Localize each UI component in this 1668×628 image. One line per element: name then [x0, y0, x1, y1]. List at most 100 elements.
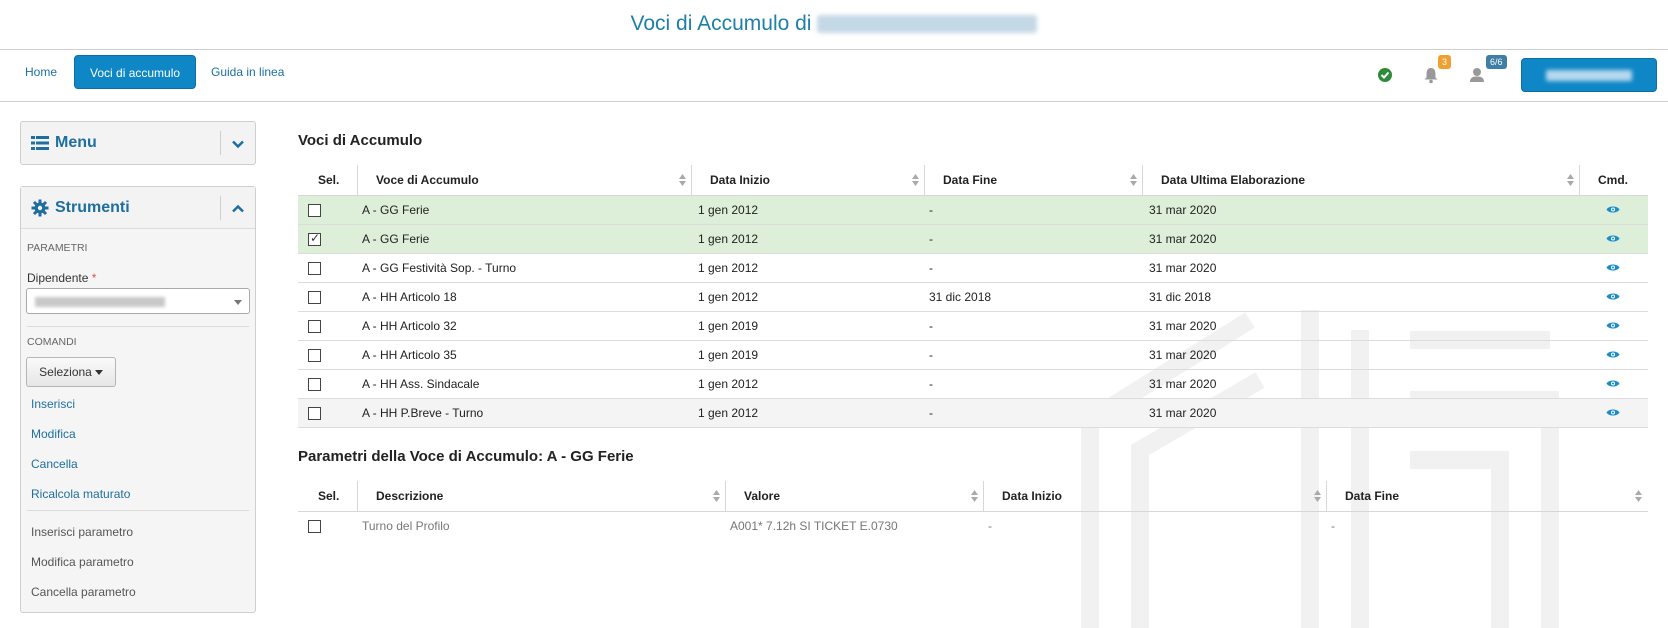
voce-cell: A - GG Festività Sop. - Turno	[358, 253, 692, 283]
inserisci-parametro-link[interactable]: Inserisci parametro	[31, 525, 133, 539]
col-cmd-label: Cmd.	[1598, 172, 1628, 187]
sort-icon[interactable]	[1314, 490, 1321, 502]
col-data-fine[interactable]: Data Fine	[925, 165, 1143, 196]
dipendente-select[interactable]	[26, 288, 250, 314]
table-row[interactable]: A - HH Articolo 35 1 gen 2019-31 mar 2020	[298, 340, 1648, 370]
redacted-employee-value	[35, 297, 165, 307]
row-checkbox[interactable]	[308, 290, 321, 304]
dipendente-label-text: Dipendente	[27, 271, 89, 285]
cmd-cell	[1580, 311, 1648, 341]
row-select-cell	[298, 311, 358, 341]
descrizione-cell: Turno del Profilo	[362, 518, 450, 533]
eye-icon[interactable]	[1606, 205, 1620, 214]
nav-home[interactable]: Home	[10, 55, 72, 89]
voci-section-title: Voci di Accumulo	[298, 132, 423, 149]
nav-guida-in-linea[interactable]: Guida in linea	[196, 55, 299, 89]
row-checkbox[interactable]	[308, 406, 321, 420]
data-ultima-cell: 31 mar 2020	[1143, 195, 1580, 225]
sort-icon[interactable]	[1130, 174, 1137, 186]
user-icon[interactable]	[1466, 64, 1488, 86]
sort-icon[interactable]	[1567, 174, 1574, 186]
eye-icon[interactable]	[1606, 263, 1620, 272]
strumenti-title: Strumenti	[55, 199, 130, 216]
col-data-ultima-elaborazione[interactable]: Data Ultima Elaborazione	[1143, 165, 1580, 196]
seleziona-label: Seleziona	[39, 365, 92, 379]
data-inizio-cell: -	[988, 518, 992, 533]
col-data-fine[interactable]: Data Fine	[1327, 481, 1648, 512]
col-data-inizio[interactable]: Data Inizio	[984, 481, 1327, 512]
cmd-cell	[1580, 253, 1648, 283]
col-sel: Sel.	[298, 481, 358, 512]
table-row[interactable]: A - GG Festività Sop. - Turno 1 gen 2012-…	[298, 253, 1648, 283]
strumenti-panel: Strumenti PARAMETRI Dipendente * COMANDI…	[20, 186, 256, 613]
col-descrizione[interactable]: Descrizione	[358, 481, 726, 512]
modifica-parametro-link[interactable]: Modifica parametro	[31, 555, 134, 569]
data-ultima-cell: 31 mar 2020	[1143, 224, 1580, 254]
modifica-link[interactable]: Modifica	[31, 427, 76, 441]
seleziona-dropdown-button[interactable]: Seleziona	[26, 357, 116, 387]
eye-icon[interactable]	[1606, 350, 1620, 359]
eye-icon[interactable]	[1606, 292, 1620, 301]
redacted-employee-name	[817, 15, 1038, 34]
ricalcola-maturato-link[interactable]: Ricalcola maturato	[31, 487, 130, 501]
table-row[interactable]: A - GG Ferie1 gen 2012-31 mar 2020	[298, 224, 1648, 254]
col-voce[interactable]: Voce di Accumulo	[358, 165, 692, 196]
voce-cell: A - HH Articolo 32	[358, 311, 692, 341]
cmd-cell	[1580, 195, 1648, 225]
row-checkbox[interactable]	[308, 319, 321, 333]
table-row[interactable]: Turno del Profilo A001* 7.12h SI TICKET E…	[298, 511, 1648, 540]
row-checkbox[interactable]	[308, 261, 321, 275]
eye-icon[interactable]	[1606, 321, 1620, 330]
row-checkbox[interactable]	[308, 203, 321, 217]
sort-icon[interactable]	[679, 174, 686, 186]
row-checkbox[interactable]	[308, 348, 321, 362]
col-cmd: Cmd.	[1580, 165, 1648, 196]
data-inizio-cell: 1 gen 2012	[692, 253, 925, 283]
voci-table: Sel. Voce di Accumulo Data Inizio Data F…	[298, 165, 1648, 428]
eye-icon[interactable]	[1606, 234, 1620, 243]
sort-icon[interactable]	[713, 490, 720, 502]
row-checkbox[interactable]	[308, 519, 321, 533]
col-valore[interactable]: Valore	[726, 481, 984, 512]
row-select-cell	[298, 253, 358, 283]
voce-cell: A - HH P.Breve - Turno	[358, 398, 692, 428]
parametri-table-header: Sel. Descrizione Valore Data Inizio Data…	[298, 481, 1648, 512]
chevron-down-icon[interactable]	[231, 137, 245, 151]
eye-icon[interactable]	[1606, 408, 1620, 417]
cancella-link[interactable]: Cancella	[31, 457, 78, 471]
gear-icon	[31, 199, 49, 217]
table-row[interactable]: A - HH P.Breve - Turno 1 gen 2012-31 mar …	[298, 398, 1648, 428]
sort-icon[interactable]	[971, 490, 978, 502]
cancella-parametro-link[interactable]: Cancella parametro	[31, 585, 136, 599]
table-row[interactable]: A - GG Ferie1 gen 2012-31 mar 2020	[298, 195, 1648, 225]
table-row[interactable]: A - HH Articolo 32 1 gen 2019-31 mar 2020	[298, 311, 1648, 341]
sort-icon[interactable]	[912, 174, 919, 186]
strumenti-panel-header[interactable]: Strumenti	[21, 187, 255, 229]
data-inizio-cell: 1 gen 2019	[692, 311, 925, 341]
col-data-inizio-label: Data Inizio	[710, 172, 771, 187]
eye-icon[interactable]	[1606, 379, 1620, 388]
col-sel-label: Sel.	[318, 172, 340, 187]
inserisci-link[interactable]: Inserisci	[31, 397, 75, 411]
caret-down-icon	[94, 370, 103, 376]
col-sel-label: Sel.	[318, 488, 340, 503]
sort-icon[interactable]	[1635, 490, 1642, 502]
menu-panel-header[interactable]: Menu	[21, 122, 255, 164]
check-circle-icon[interactable]	[1374, 64, 1396, 86]
chevron-up-icon[interactable]	[231, 202, 245, 216]
voce-cell: A - GG Ferie	[358, 224, 692, 254]
user-account-button[interactable]	[1521, 58, 1657, 92]
col-sel: Sel.	[298, 165, 358, 196]
table-row[interactable]: A - HH Articolo 18 1 gen 2012 31 dic 2018 3…	[298, 282, 1648, 312]
nav-voci-di-accumulo[interactable]: Voci di accumulo	[74, 55, 197, 89]
row-checkbox[interactable]	[308, 231, 321, 246]
data-ultima-cell: 31 mar 2020	[1143, 398, 1580, 428]
users-badge: 6/6	[1486, 55, 1507, 69]
row-select-cell	[298, 511, 358, 540]
voci-table-body: A - GG Ferie1 gen 2012-31 mar 2020A - GG…	[298, 195, 1648, 428]
col-data-inizio[interactable]: Data Inizio	[692, 165, 925, 196]
data-fine-cell: -	[925, 311, 1143, 341]
row-checkbox[interactable]	[308, 377, 321, 391]
table-row[interactable]: A - HH Ass. Sindacale 1 gen 2012-31 mar 2…	[298, 369, 1648, 399]
page-title: Voci di Accumulo di	[631, 12, 1038, 36]
